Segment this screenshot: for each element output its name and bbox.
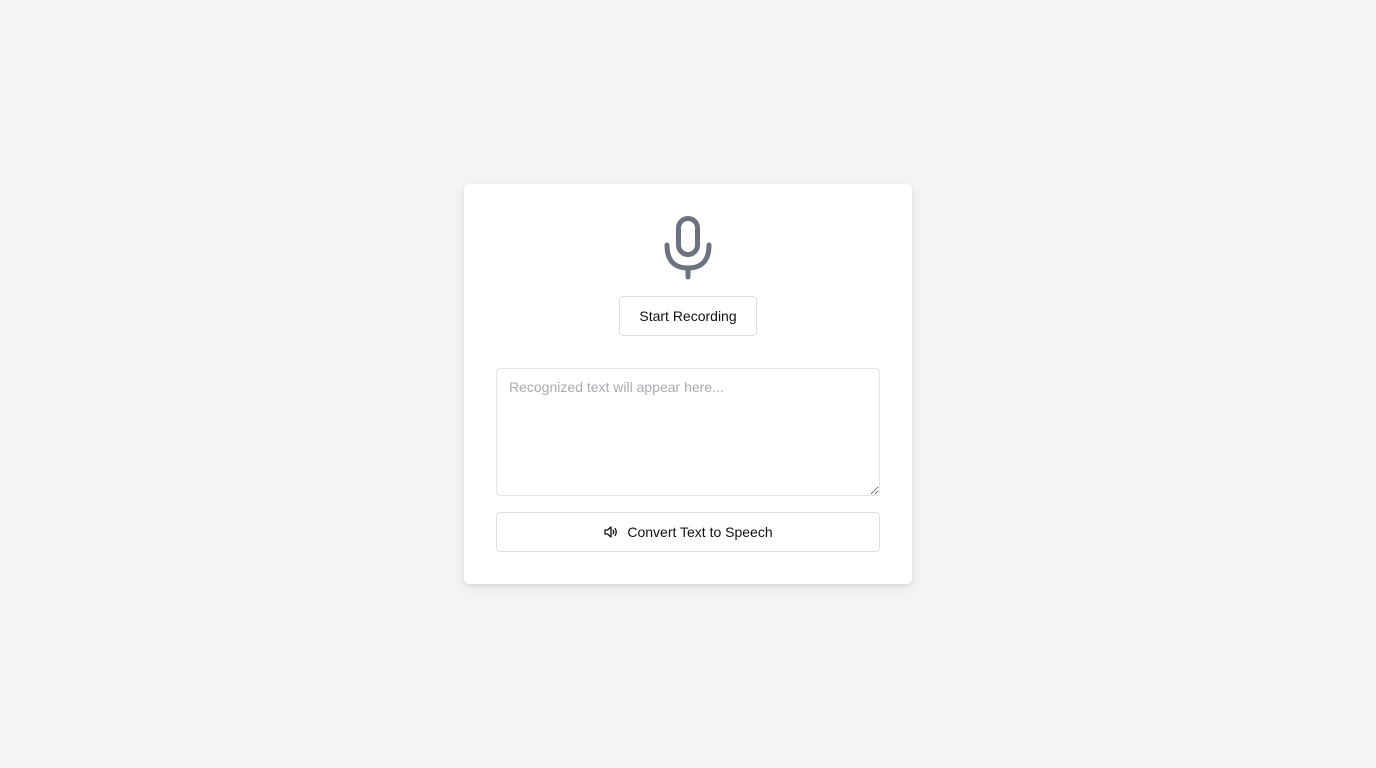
recognized-text-area[interactable] bbox=[496, 368, 880, 496]
speech-card: Start Recording Convert Text to Speech bbox=[464, 184, 912, 584]
start-recording-button[interactable]: Start Recording bbox=[619, 296, 757, 336]
convert-text-to-speech-label: Convert Text to Speech bbox=[627, 524, 773, 540]
speaker-icon bbox=[604, 526, 618, 538]
page: Start Recording Convert Text to Speech bbox=[0, 0, 1376, 768]
microphone-icon bbox=[664, 216, 712, 280]
convert-text-to-speech-button[interactable]: Convert Text to Speech bbox=[496, 512, 880, 552]
